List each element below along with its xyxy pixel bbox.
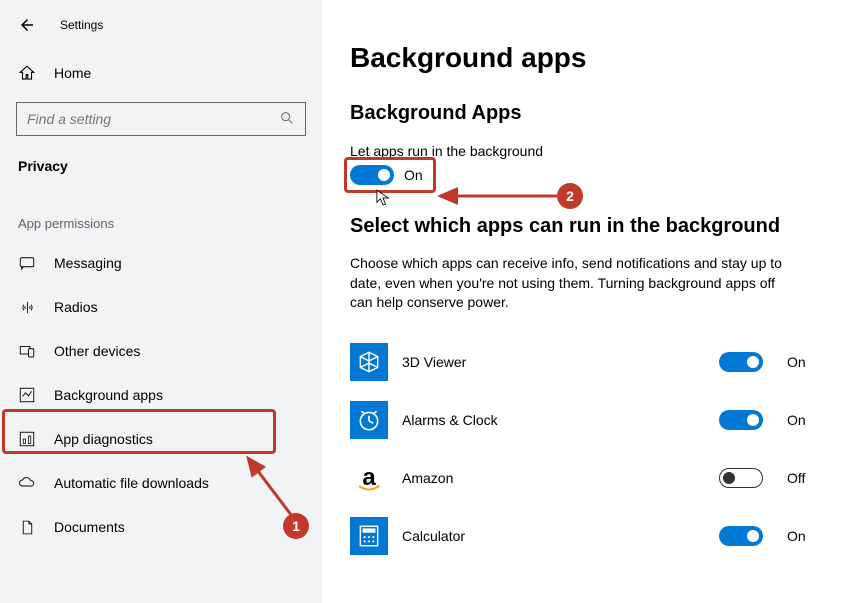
search-icon: [279, 110, 295, 129]
section-title-privacy: Privacy: [0, 140, 322, 182]
app-icon-3d-viewer: [350, 343, 388, 381]
app-toggle-state: Off: [787, 470, 813, 486]
sidebar-item-label: App diagnostics: [54, 431, 153, 447]
app-toggle-state: On: [787, 354, 813, 370]
app-toggle-alarms[interactable]: [719, 410, 763, 430]
cloud-download-icon: [18, 474, 36, 492]
app-toggle-amazon[interactable]: [719, 468, 763, 488]
app-toggle-state: On: [787, 412, 813, 428]
section-heading: Select which apps can run in the backgro…: [350, 215, 813, 238]
app-icon-amazon: a: [350, 459, 388, 497]
diagnostics-icon: [18, 430, 36, 448]
sidebar-item-label: Automatic file downloads: [54, 475, 209, 491]
devices-icon: [18, 342, 36, 360]
app-toggle-state: On: [787, 528, 813, 544]
app-row-calculator: Calculator On: [350, 507, 813, 565]
window-title: Settings: [60, 18, 103, 32]
sidebar-item-background-apps[interactable]: Background apps: [0, 373, 322, 417]
app-row-alarms: Alarms & Clock On: [350, 391, 813, 449]
home-label: Home: [54, 65, 91, 81]
sidebar-item-label: Background apps: [54, 387, 163, 403]
app-row-3d-viewer: 3D Viewer On: [350, 333, 813, 391]
search-input[interactable]: [16, 102, 306, 136]
cursor-icon: [376, 189, 390, 207]
subsection-title: App permissions: [0, 182, 322, 241]
app-toggle-3d-viewer[interactable]: [719, 352, 763, 372]
sidebar-item-label: Messaging: [54, 255, 122, 271]
sidebar-item-messaging[interactable]: Messaging: [0, 241, 322, 285]
background-apps-icon: [18, 386, 36, 404]
page-title: Background apps: [350, 42, 813, 74]
description-text: Choose which apps can receive info, send…: [350, 254, 800, 313]
app-icon-calculator: [350, 517, 388, 555]
messaging-icon: [18, 254, 36, 272]
toggle-state: On: [404, 167, 423, 183]
sidebar-item-automatic-downloads[interactable]: Automatic file downloads: [0, 461, 322, 505]
documents-icon: [18, 518, 36, 536]
sidebar-item-label: Other devices: [54, 343, 140, 359]
sidebar-item-label: Radios: [54, 299, 98, 315]
sidebar-item-home[interactable]: Home: [0, 52, 322, 94]
sidebar: Settings Home Privacy App permissions Me…: [0, 0, 322, 603]
sidebar-item-radios[interactable]: Radios: [0, 285, 322, 329]
app-name: Amazon: [402, 470, 705, 486]
app-toggle-calculator[interactable]: [719, 526, 763, 546]
sidebar-item-documents[interactable]: Documents: [0, 505, 322, 549]
sidebar-item-other-devices[interactable]: Other devices: [0, 329, 322, 373]
back-icon[interactable]: [18, 16, 36, 34]
radios-icon: [18, 298, 36, 316]
sidebar-item-label: Documents: [54, 519, 125, 535]
search-field[interactable]: [27, 111, 279, 127]
app-name: Calculator: [402, 528, 705, 544]
sidebar-item-app-diagnostics[interactable]: App diagnostics: [0, 417, 322, 461]
sub-heading: Background Apps: [350, 102, 813, 125]
main-content: Background apps Background Apps Let apps…: [322, 0, 843, 603]
app-name: Alarms & Clock: [402, 412, 705, 428]
toggle-label: Let apps run in the background: [350, 143, 813, 159]
app-icon-alarms: [350, 401, 388, 439]
app-name: 3D Viewer: [402, 354, 705, 370]
background-apps-toggle[interactable]: [350, 165, 394, 185]
home-icon: [18, 64, 36, 82]
app-row-amazon: a Amazon Off: [350, 449, 813, 507]
